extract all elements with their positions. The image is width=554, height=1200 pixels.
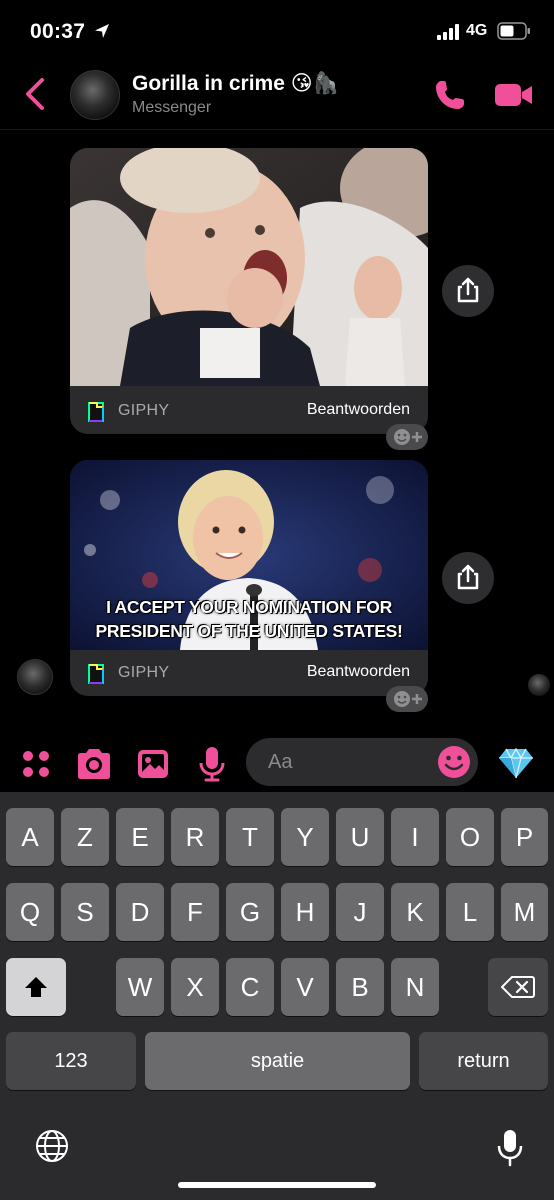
reply-link[interactable]: Beantwoorden <box>307 401 410 419</box>
share-button[interactable] <box>442 552 494 604</box>
avatar[interactable] <box>70 70 120 120</box>
key-z[interactable]: Z <box>61 808 109 866</box>
giphy-logo-icon <box>88 402 104 422</box>
add-reaction-icon <box>394 691 422 707</box>
key-t[interactable]: T <box>226 808 274 866</box>
message-composer <box>0 736 554 792</box>
key-v[interactable]: V <box>281 958 329 1016</box>
key-d[interactable]: D <box>116 883 164 941</box>
key-p[interactable]: P <box>501 808 548 866</box>
microphone-icon[interactable] <box>192 744 232 784</box>
keyboard: A Z E R T Y U I O P Q S D F G H J K L M … <box>0 792 554 1200</box>
reply-link[interactable]: Beantwoorden <box>307 663 410 681</box>
gif-footer: GIPHY Beantwoorden <box>70 650 428 696</box>
key-u[interactable]: U <box>336 808 384 866</box>
battery-icon <box>497 22 530 40</box>
gif-image-nomination[interactable]: I ACCEPT YOUR NOMINATION FOR PRESIDENT O… <box>70 460 428 650</box>
gif-message[interactable]: I ACCEPT YOUR NOMINATION FOR PRESIDENT O… <box>70 460 428 696</box>
gif-message[interactable]: GIPHY Beantwoorden <box>70 148 428 434</box>
key-q[interactable]: Q <box>6 883 54 941</box>
chat-title[interactable]: Gorilla in crime 😘🦍 <box>132 71 339 96</box>
backspace-key[interactable] <box>488 958 548 1016</box>
image-icon[interactable] <box>133 744 173 784</box>
gif-caption-line-2: PRESIDENT OF THE UNITED STATES! <box>95 621 403 641</box>
video-camera-icon[interactable] <box>494 79 534 111</box>
gif-illustration <box>70 148 428 386</box>
shift-arrow-icon <box>25 977 47 997</box>
add-reaction-button[interactable] <box>386 686 428 712</box>
chevron-left-icon[interactable] <box>22 76 48 112</box>
key-f[interactable]: F <box>171 883 219 941</box>
globe-icon[interactable] <box>34 1128 70 1164</box>
shift-key[interactable] <box>6 958 66 1016</box>
share-icon <box>457 564 479 590</box>
share-button[interactable] <box>442 265 494 317</box>
location-arrow-icon <box>95 24 109 38</box>
key-i[interactable]: I <box>391 808 439 866</box>
chat-header: Gorilla in crime 😘🦍 Messenger <box>0 62 554 130</box>
key-o[interactable]: O <box>446 808 494 866</box>
key-m[interactable]: M <box>501 883 548 941</box>
smiley-icon[interactable] <box>437 745 471 779</box>
giphy-label: GIPHY <box>118 402 170 419</box>
network-type: 4G <box>466 22 488 39</box>
key-k[interactable]: K <box>391 883 439 941</box>
return-key[interactable]: return <box>419 1032 548 1090</box>
key-j[interactable]: J <box>336 883 384 941</box>
key-g[interactable]: G <box>226 883 274 941</box>
chat-subtitle: Messenger <box>132 99 212 116</box>
share-icon <box>457 277 479 303</box>
key-y[interactable]: Y <box>281 808 329 866</box>
backspace-icon <box>501 976 535 998</box>
gif-caption-line-1: I ACCEPT YOUR NOMINATION FOR <box>106 597 392 617</box>
key-a[interactable]: A <box>6 808 54 866</box>
key-e[interactable]: E <box>116 808 164 866</box>
space-key[interactable]: spatie <box>145 1032 410 1090</box>
key-b[interactable]: B <box>336 958 384 1016</box>
camera-icon[interactable] <box>74 744 114 784</box>
gif-footer: GIPHY Beantwoorden <box>70 388 428 434</box>
signal-icon <box>437 24 459 40</box>
key-n[interactable]: N <box>391 958 439 1016</box>
dictation-microphone-icon[interactable] <box>496 1128 524 1168</box>
key-c[interactable]: C <box>226 958 274 1016</box>
add-reaction-icon <box>394 429 422 445</box>
sender-avatar[interactable] <box>17 659 53 695</box>
key-l[interactable]: L <box>446 883 494 941</box>
phone-icon[interactable] <box>432 77 468 113</box>
four-dots-icon[interactable] <box>16 744 56 784</box>
read-receipt-avatar <box>528 674 550 696</box>
status-time: 00:37 <box>30 20 86 43</box>
giphy-logo-icon <box>88 664 104 684</box>
status-bar: 00:37 4G <box>0 0 554 62</box>
key-r[interactable]: R <box>171 808 219 866</box>
key-x[interactable]: X <box>171 958 219 1016</box>
key-s[interactable]: S <box>61 883 109 941</box>
key-w[interactable]: W <box>116 958 164 1016</box>
add-reaction-button[interactable] <box>386 424 428 450</box>
numbers-key[interactable]: 123 <box>6 1032 136 1090</box>
gif-image-baby[interactable] <box>70 148 428 386</box>
diamond-icon[interactable] <box>498 746 534 780</box>
home-indicator[interactable] <box>178 1182 376 1188</box>
key-h[interactable]: H <box>281 883 329 941</box>
giphy-label: GIPHY <box>118 664 170 681</box>
